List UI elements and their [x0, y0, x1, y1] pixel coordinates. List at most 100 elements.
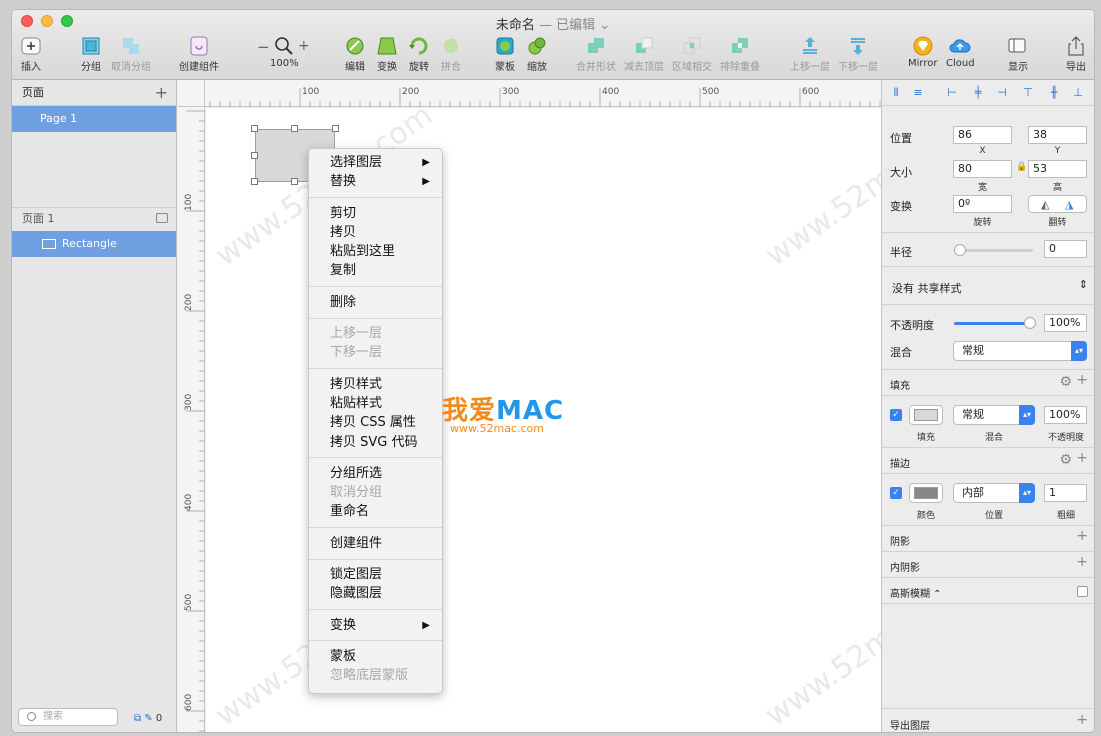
- resize-handle[interactable]: [251, 152, 258, 159]
- union-button[interactable]: 合并形状: [576, 36, 616, 73]
- menu-item[interactable]: 拷贝: [309, 223, 442, 242]
- add-fill-icon[interactable]: +: [1076, 372, 1088, 388]
- align-right-icon[interactable]: ⊣: [996, 87, 1008, 99]
- flip-control[interactable]: ◭ ◮: [1028, 195, 1087, 213]
- align-middle-icon[interactable]: ╫: [1048, 87, 1060, 99]
- shared-style-select[interactable]: 没有 共享样式: [892, 280, 962, 296]
- page-item[interactable]: Page 1: [12, 106, 176, 132]
- border-color-swatch[interactable]: [909, 483, 943, 503]
- cloud-button[interactable]: Cloud: [946, 36, 975, 69]
- opacity-field[interactable]: 100%: [1044, 314, 1087, 332]
- resize-handle[interactable]: [332, 125, 339, 132]
- zoom-control[interactable]: 100%: [270, 36, 299, 69]
- subtract-button[interactable]: 减去顶层: [624, 36, 664, 73]
- height-field[interactable]: 53: [1028, 160, 1087, 178]
- zoom-out-button[interactable]: −: [257, 38, 270, 56]
- menu-item[interactable]: 拷贝 SVG 代码: [309, 433, 442, 452]
- opacity-slider-knob[interactable]: [1024, 317, 1036, 329]
- align-bottom-icon[interactable]: ⊥: [1072, 87, 1084, 99]
- menu-item[interactable]: 删除: [309, 293, 442, 312]
- difference-button[interactable]: 排除重叠: [720, 36, 760, 73]
- radius-field[interactable]: 0: [1044, 240, 1087, 258]
- group-button[interactable]: 分组: [80, 36, 102, 73]
- menu-item[interactable]: 创建组件: [309, 534, 442, 553]
- add-border-icon[interactable]: +: [1076, 450, 1088, 466]
- flip-horizontal-icon[interactable]: ◭: [1041, 197, 1049, 213]
- menu-item[interactable]: 粘贴样式: [309, 394, 442, 413]
- x-field[interactable]: 86: [953, 126, 1012, 144]
- menu-item[interactable]: 锁定图层: [309, 565, 442, 584]
- radius-slider-knob[interactable]: [954, 244, 966, 256]
- intersect-button[interactable]: 区域相交: [672, 36, 712, 73]
- ungroup-button[interactable]: 取消分组: [111, 36, 151, 73]
- divider: [882, 525, 1094, 526]
- collapse-icon[interactable]: [156, 213, 168, 223]
- distribute-v-icon[interactable]: ≡: [912, 87, 924, 99]
- export-button[interactable]: 导出: [1065, 36, 1087, 73]
- divider: [882, 708, 1094, 709]
- fill-color-swatch[interactable]: [909, 405, 943, 425]
- fill-checkbox[interactable]: ✓: [890, 409, 902, 421]
- component-filter-icon[interactable]: ⧉: [134, 713, 141, 724]
- rotation-field[interactable]: 0º: [953, 195, 1012, 213]
- menu-item[interactable]: 拷贝 CSS 属性: [309, 413, 442, 432]
- blur-select[interactable]: 高斯模糊 ⌃: [890, 585, 942, 600]
- bring-forward-button[interactable]: 上移一层: [790, 36, 830, 73]
- blur-checkbox[interactable]: [1077, 586, 1088, 597]
- menu-item[interactable]: 分组所选: [309, 464, 442, 483]
- add-page-icon[interactable]: +: [155, 80, 168, 106]
- layer-search-input[interactable]: 搜索: [18, 708, 118, 726]
- plus-icon: [21, 37, 41, 55]
- y-field[interactable]: 38: [1028, 126, 1087, 144]
- opacity-slider[interactable]: [954, 322, 1030, 325]
- add-inner-shadow-icon[interactable]: +: [1076, 554, 1088, 570]
- fill-opacity-field[interactable]: 100%: [1044, 406, 1087, 424]
- lock-icon[interactable]: 🔒: [1016, 162, 1027, 172]
- mirror-button[interactable]: Mirror: [908, 36, 937, 69]
- menu-item[interactable]: 剪切: [309, 204, 442, 223]
- send-backward-button[interactable]: 下移一层: [838, 36, 878, 73]
- flip-vertical-icon[interactable]: ◮: [1065, 197, 1073, 213]
- resize-handle[interactable]: [251, 125, 258, 132]
- scale-button[interactable]: 缩放: [526, 36, 548, 73]
- create-component-button[interactable]: 创建组件: [179, 36, 219, 73]
- border-position-select[interactable]: 内部 ▴▾: [953, 483, 1035, 503]
- mask-button[interactable]: 蒙板: [494, 36, 516, 73]
- layer-filter[interactable]: ⧉ ✎ 0: [134, 713, 162, 724]
- align-left-icon[interactable]: ⊢: [946, 87, 958, 99]
- resize-handle[interactable]: [291, 125, 298, 132]
- gear-icon[interactable]: ⚙: [1059, 452, 1072, 468]
- menu-item[interactable]: 变换 ▶: [309, 616, 442, 635]
- menu-item[interactable]: 选择图层 ▶: [309, 153, 442, 172]
- pen-icon[interactable]: ✎: [144, 713, 152, 724]
- transform-button[interactable]: 变换: [376, 36, 398, 73]
- divider: [882, 395, 1094, 396]
- resize-handle[interactable]: [251, 178, 258, 185]
- border-checkbox[interactable]: ✓: [890, 487, 902, 499]
- zoom-in-button[interactable]: +: [298, 38, 310, 54]
- menu-item[interactable]: 重命名: [309, 502, 442, 521]
- menu-item[interactable]: 粘贴到这里: [309, 242, 442, 261]
- radius-slider[interactable]: [958, 249, 1033, 252]
- insert-button[interactable]: 插入: [20, 36, 42, 73]
- add-shadow-icon[interactable]: +: [1076, 528, 1088, 544]
- blend-mode-select[interactable]: 常规 ▴▾: [953, 341, 1087, 361]
- menu-item[interactable]: 复制: [309, 261, 442, 280]
- menu-item[interactable]: 替换 ▶: [309, 172, 442, 191]
- menu-item[interactable]: 拷贝样式: [309, 375, 442, 394]
- menu-item[interactable]: 蒙板: [309, 647, 442, 666]
- align-center-icon[interactable]: ╪: [972, 87, 984, 99]
- layer-item-rectangle[interactable]: Rectangle: [12, 231, 176, 257]
- gear-icon[interactable]: ⚙: [1059, 374, 1072, 390]
- distribute-h-icon[interactable]: ⦀: [890, 87, 902, 99]
- rotate-button[interactable]: 旋转: [408, 36, 430, 73]
- width-field[interactable]: 80: [953, 160, 1012, 178]
- add-export-icon[interactable]: +: [1076, 712, 1088, 728]
- align-top-icon[interactable]: ⊤: [1022, 87, 1034, 99]
- edit-button[interactable]: 编辑: [344, 36, 366, 73]
- border-width-field[interactable]: 1: [1044, 484, 1087, 502]
- fill-blend-select[interactable]: 常规 ▴▾: [953, 405, 1035, 425]
- view-button[interactable]: 显示: [1007, 36, 1029, 73]
- menu-item[interactable]: 隐藏图层: [309, 584, 442, 603]
- flatten-button[interactable]: 拼合: [440, 36, 462, 73]
